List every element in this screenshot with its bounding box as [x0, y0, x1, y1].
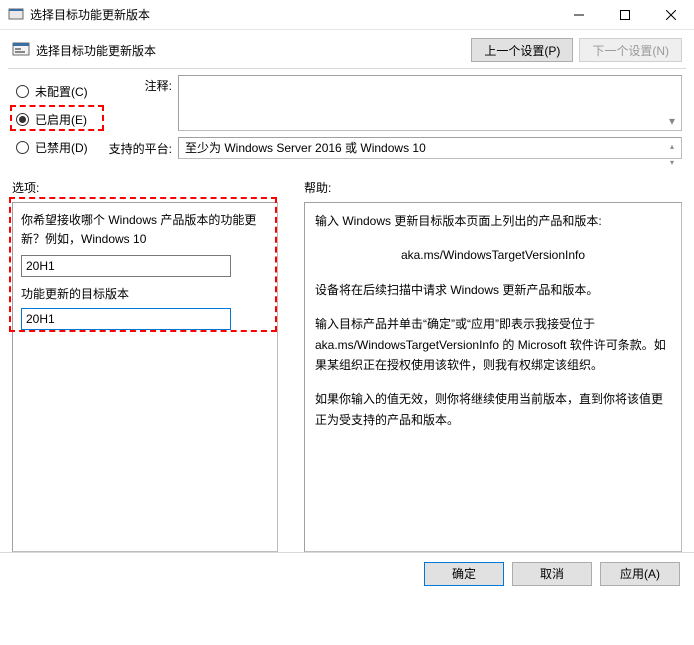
footer: 确定 取消 应用(A) — [0, 552, 694, 594]
state-radios: 未配置(C) 已启用(E) 已禁用(D) — [12, 75, 108, 161]
minimize-button[interactable] — [556, 0, 602, 29]
help-label: 帮助: — [304, 179, 682, 196]
scroll-down-icon: ▾ — [664, 113, 680, 129]
header: 选择目标功能更新版本 上一个设置(P) 下一个设置(N) — [0, 30, 694, 68]
upper-section: 未配置(C) 已启用(E) 已禁用(D) 注释: ▾ 支持的平台: 至少为 Wi… — [0, 73, 694, 161]
platform-value-box: 至少为 Windows Server 2016 或 Windows 10 ▴▾ — [178, 137, 682, 159]
maximize-button[interactable] — [602, 0, 648, 29]
radio-not-configured[interactable]: 未配置(C) — [12, 77, 108, 105]
close-button[interactable] — [648, 0, 694, 29]
page-title: 选择目标功能更新版本 — [36, 42, 156, 59]
apply-button[interactable]: 应用(A) — [600, 562, 680, 586]
ok-button[interactable]: 确定 — [424, 562, 504, 586]
help-text: 输入目标产品并单击“确定”或“应用”即表示我接受位于 aka.ms/Window… — [315, 314, 671, 375]
highlight-annotation — [10, 105, 104, 131]
options-panel: 你希望接收哪个 Windows 产品版本的功能更新？例如，Windows 10 … — [12, 202, 278, 552]
radio-disabled[interactable]: 已禁用(D) — [12, 133, 108, 161]
cancel-button[interactable]: 取消 — [512, 562, 592, 586]
app-icon — [8, 7, 24, 23]
options-label: 选项: — [12, 179, 304, 196]
next-setting-button: 下一个设置(N) — [579, 38, 682, 62]
help-text: 如果你输入的值无效，则你将继续使用当前版本，直到你将该值更正为受支持的产品和版本… — [315, 389, 671, 430]
radio-icon — [16, 85, 29, 98]
divider — [8, 68, 686, 69]
titlebar: 选择目标功能更新版本 — [0, 0, 694, 30]
help-text: 输入 Windows 更新目标版本页面上列出的产品和版本: — [315, 211, 671, 231]
spinner-icon: ▴▾ — [664, 139, 680, 157]
window-title: 选择目标功能更新版本 — [30, 6, 556, 23]
policy-icon — [12, 41, 30, 59]
upper-right: 注释: ▾ 支持的平台: 至少为 Windows Server 2016 或 W… — [108, 75, 682, 161]
platform-value: 至少为 Windows Server 2016 或 Windows 10 — [185, 141, 426, 155]
platform-label: 支持的平台: — [108, 140, 178, 157]
highlight-annotation — [9, 197, 277, 332]
mid-labels: 选项: 帮助: — [0, 161, 694, 202]
help-panel: 输入 Windows 更新目标版本页面上列出的产品和版本: aka.ms/Win… — [304, 202, 682, 552]
comment-label: 注释: — [108, 75, 178, 131]
help-link: aka.ms/WindowsTargetVersionInfo — [315, 245, 671, 265]
help-text: 设备将在后续扫描中请求 Windows 更新产品和版本。 — [315, 280, 671, 300]
radio-label: 未配置(C) — [35, 83, 88, 100]
window-controls — [556, 0, 694, 29]
prev-setting-button[interactable]: 上一个设置(P) — [471, 38, 573, 62]
radio-icon — [16, 141, 29, 154]
radio-label: 已禁用(D) — [35, 139, 88, 156]
lower-section: 你希望接收哪个 Windows 产品版本的功能更新？例如，Windows 10 … — [0, 202, 694, 552]
comment-textarea[interactable]: ▾ — [178, 75, 682, 131]
